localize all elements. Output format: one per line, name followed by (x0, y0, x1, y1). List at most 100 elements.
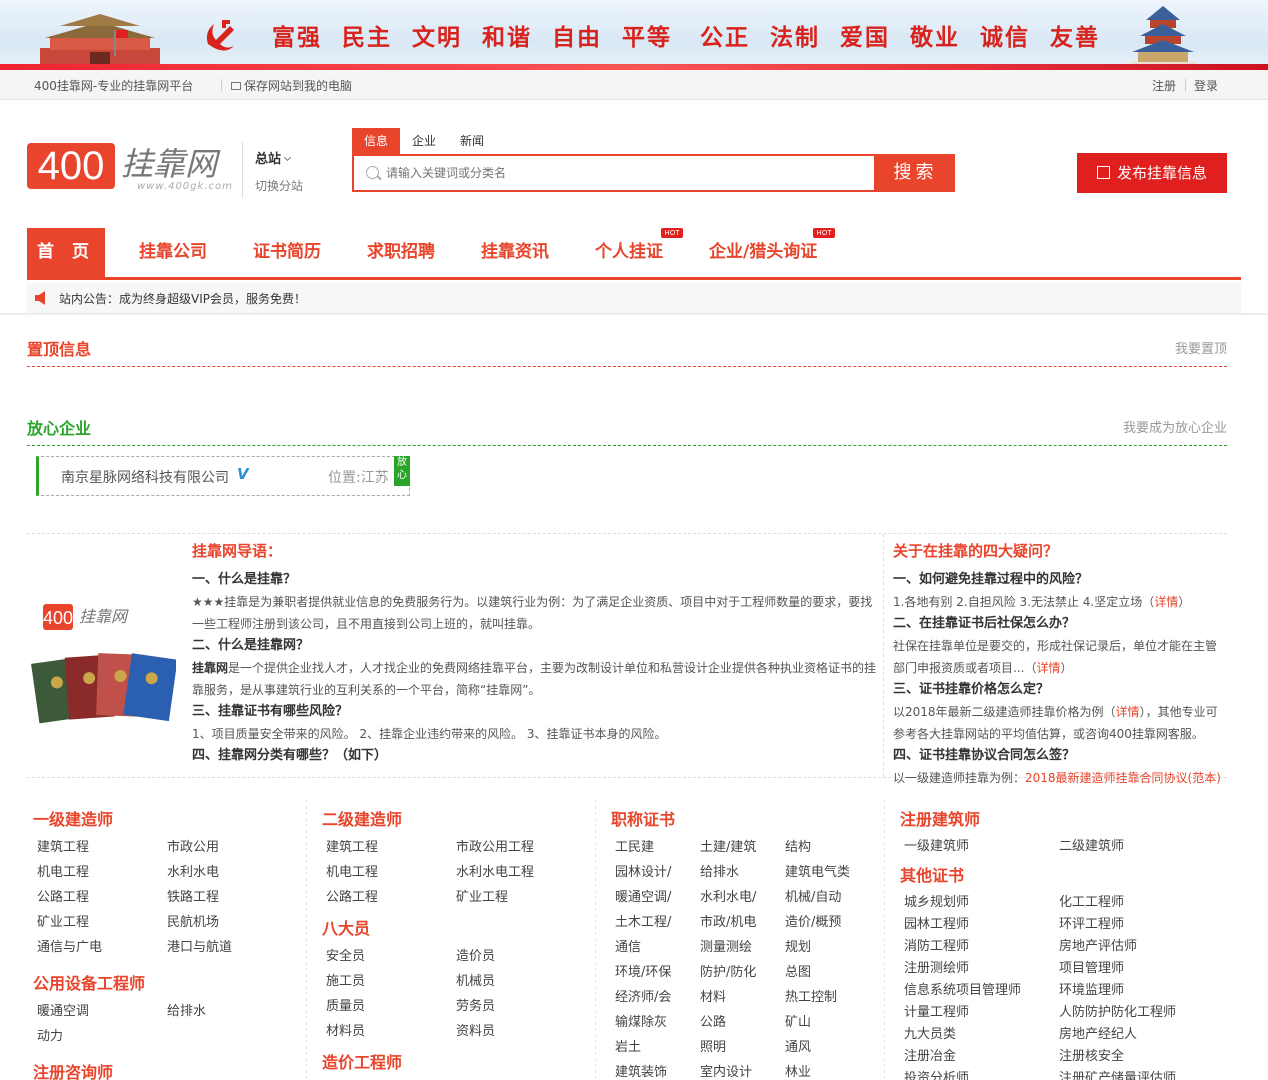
category-link[interactable]: 机电工程 (37, 861, 89, 880)
category-heading-consultant[interactable]: 注册咨询师 (33, 1059, 113, 1080)
category-link[interactable]: 安全员 (326, 945, 365, 964)
category-link[interactable]: 施工员 (326, 970, 365, 989)
category-link[interactable]: 暖通空调 (37, 1000, 89, 1019)
category-link[interactable]: 公路工程 (37, 886, 89, 905)
category-link[interactable]: 注册核安全 (1059, 1045, 1124, 1064)
category-link[interactable]: 建筑工程 (326, 836, 378, 855)
category-link[interactable]: 城乡规划师 (904, 891, 969, 910)
category-link[interactable]: 热工控制 (785, 986, 837, 1005)
category-link[interactable]: 铁路工程 (167, 886, 219, 905)
category-link[interactable]: 市政公用工程 (456, 836, 534, 855)
category-link[interactable]: 市政公用 (167, 836, 219, 855)
become-trusted-link[interactable]: 我要成为放心企业 (1123, 417, 1227, 436)
category-link[interactable]: 水利水电 (167, 861, 219, 880)
category-link[interactable]: 结构 (785, 836, 811, 855)
search-input[interactable] (386, 162, 866, 184)
category-link[interactable]: 室内设计 (700, 1061, 752, 1080)
category-link[interactable]: 环评工程师 (1059, 913, 1124, 932)
category-link[interactable]: 矿业工程 (456, 886, 508, 905)
nav-personal-cert[interactable]: 个人挂证 (595, 228, 663, 277)
category-link[interactable]: 公路工程 (326, 886, 378, 905)
category-link[interactable]: 土木工程/ (615, 911, 671, 930)
nav-certificates[interactable]: 证书简历 (253, 228, 321, 277)
category-link[interactable]: 项目管理师 (1059, 957, 1124, 976)
category-link[interactable]: 信息系统项目管理师 (904, 979, 1021, 998)
enterprise-card[interactable]: 南京星脉网络科技有限公司 V 位置:江苏 放心 (36, 456, 410, 496)
pin-top-link[interactable]: 我要置顶 (1175, 338, 1227, 357)
category-link[interactable]: 注册矿产储量评估师 (1059, 1067, 1176, 1080)
category-link[interactable]: 投资分析师 (904, 1067, 969, 1080)
category-link[interactable]: 房地产评估师 (1059, 935, 1137, 954)
category-link[interactable]: 防护/防化 (700, 961, 756, 980)
category-link[interactable]: 建筑装饰 (615, 1061, 667, 1080)
category-link[interactable]: 民航机场 (167, 911, 219, 930)
category-link[interactable]: 总图 (785, 961, 811, 980)
category-link[interactable]: 市政/机电 (700, 911, 756, 930)
category-link[interactable]: 水利水电/ (700, 886, 756, 905)
category-link[interactable]: 材料员 (326, 1020, 365, 1039)
category-heading-eight-staff[interactable]: 八大员 (322, 915, 370, 939)
category-link[interactable]: 资料员 (456, 1020, 495, 1039)
nav-companies[interactable]: 挂靠公司 (139, 228, 207, 277)
category-link[interactable]: 通风 (785, 1036, 811, 1055)
category-link[interactable]: 岩土 (615, 1036, 641, 1055)
category-link[interactable]: 九大员类 (904, 1023, 956, 1042)
login-link[interactable]: 登录 (1194, 77, 1218, 94)
search-tab-company[interactable]: 企业 (400, 128, 448, 154)
category-link[interactable]: 输煤除灰 (615, 1011, 667, 1030)
category-link[interactable]: 林业 (785, 1061, 811, 1080)
category-link[interactable]: 园林设计/ (615, 861, 671, 880)
search-button[interactable]: 搜索 (876, 154, 955, 192)
category-link[interactable]: 通信 (615, 936, 641, 955)
category-link[interactable]: 消防工程师 (904, 935, 969, 954)
notice-link[interactable]: 成为终身超级VIP会员，服务免费！ (119, 292, 306, 306)
category-heading-other-certificates[interactable]: 其他证书 (900, 862, 964, 886)
faq-detail-link[interactable]: 详情 (1036, 661, 1060, 675)
main-station-dropdown[interactable]: 总站 (255, 148, 303, 167)
category-link[interactable]: 注册测绘师 (904, 957, 969, 976)
nav-jobs[interactable]: 求职招聘 (367, 228, 435, 277)
category-link[interactable]: 计量工程师 (904, 1001, 969, 1020)
category-link[interactable]: 照明 (700, 1036, 726, 1055)
category-heading-utility-engineer[interactable]: 公用设备工程师 (33, 970, 145, 994)
category-link[interactable]: 公路 (700, 1011, 726, 1030)
category-heading-title-certificate[interactable]: 职称证书 (611, 806, 675, 830)
category-link[interactable]: 动力 (37, 1025, 63, 1044)
category-link[interactable]: 给排水 (700, 861, 739, 880)
category-link[interactable]: 机械/自动 (785, 886, 841, 905)
category-link[interactable]: 矿山 (785, 1011, 811, 1030)
category-link[interactable]: 劳务员 (456, 995, 495, 1014)
save-site-link[interactable]: 保存网站到我的电脑 (231, 77, 352, 94)
nav-enterprise-inquiry[interactable]: 企业/猎头询证 (709, 228, 817, 277)
category-heading-second-class-constructor[interactable]: 二级建造师 (322, 806, 402, 830)
faq-detail-link[interactable]: 详情 (1116, 705, 1140, 719)
nav-news[interactable]: 挂靠资讯 (481, 228, 549, 277)
category-link[interactable]: 机电工程 (326, 861, 378, 880)
category-link[interactable]: 通信与广电 (37, 936, 102, 955)
category-link[interactable]: 经济师/会 (615, 986, 671, 1005)
category-link[interactable]: 测量测绘 (700, 936, 752, 955)
search-tab-info[interactable]: 信息 (352, 128, 401, 154)
category-link[interactable]: 造价/概预 (785, 911, 841, 930)
category-link[interactable]: 土建/建筑 (700, 836, 756, 855)
category-link[interactable]: 机械员 (456, 970, 495, 989)
category-link[interactable]: 暖通空调/ (615, 886, 671, 905)
category-link[interactable]: 化工工程师 (1059, 891, 1124, 910)
category-link[interactable]: 人防防护防化工程师 (1059, 1001, 1176, 1020)
search-tab-news[interactable]: 新闻 (448, 128, 496, 154)
category-link[interactable]: 工民建 (615, 836, 654, 855)
category-link[interactable]: 园林工程师 (904, 913, 969, 932)
nav-home[interactable]: 首 页 (27, 228, 105, 277)
switch-station-link[interactable]: 切换分站 (255, 177, 303, 194)
category-link[interactable]: 质量员 (326, 995, 365, 1014)
category-link[interactable]: 矿业工程 (37, 911, 89, 930)
category-link[interactable]: 建筑工程 (37, 836, 89, 855)
category-heading-architect[interactable]: 注册建筑师 (900, 806, 980, 830)
category-link[interactable]: 港口与航道 (167, 936, 232, 955)
category-link[interactable]: 环境监理师 (1059, 979, 1124, 998)
category-link[interactable]: 建筑电气类 (785, 861, 850, 880)
category-heading-cost-engineer[interactable]: 造价工程师 (322, 1049, 402, 1073)
category-heading-first-class-constructor[interactable]: 一级建造师 (33, 806, 113, 830)
category-link[interactable]: 规划 (785, 936, 811, 955)
register-link[interactable]: 注册 (1152, 77, 1176, 94)
